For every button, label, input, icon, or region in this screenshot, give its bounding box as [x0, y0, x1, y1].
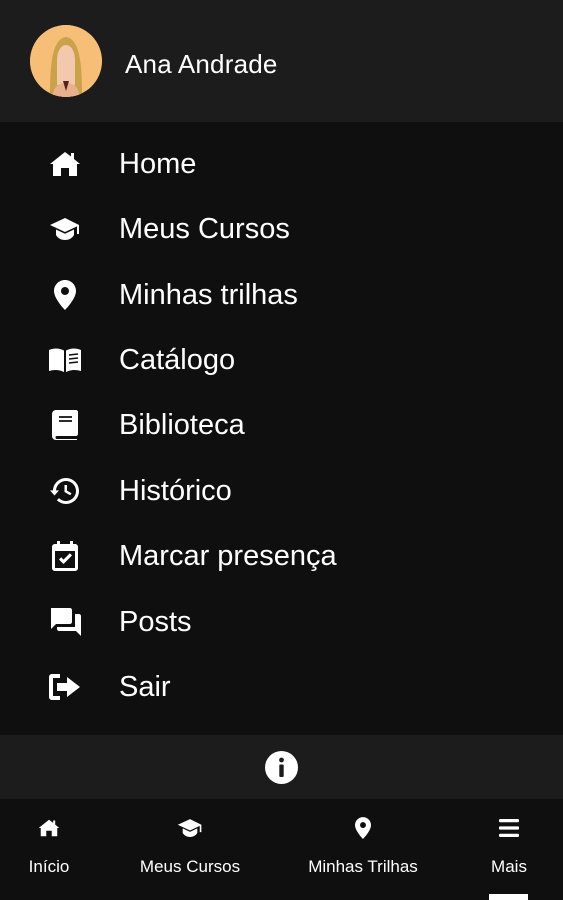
user-name: Ana Andrade	[125, 49, 278, 79]
menu-item-label: Meus Cursos	[119, 213, 290, 245]
menu-item-historico[interactable]: Histórico	[0, 461, 563, 521]
sign-out-icon	[47, 672, 83, 702]
profile-header: Ana Andrade	[0, 0, 563, 122]
user-avatar-icon	[30, 25, 102, 97]
nav-item-meus-cursos[interactable]: Meus Cursos	[128, 799, 252, 900]
menu-item-catalogo[interactable]: Catálogo	[0, 330, 563, 390]
map-pin-icon	[350, 815, 376, 841]
active-tab-indicator	[489, 894, 528, 900]
menu-item-biblioteca[interactable]: Biblioteca	[0, 395, 563, 455]
bottom-navigation: Início Meus Cursos Minhas Trilhas Mais	[0, 799, 563, 900]
side-menu: Home Meus Cursos Minhas trilhas Catálogo…	[0, 122, 563, 735]
graduation-cap-icon	[177, 815, 203, 841]
menu-icon	[496, 815, 522, 841]
menu-item-posts[interactable]: Posts	[0, 592, 563, 652]
menu-item-minhas-trilhas[interactable]: Minhas trilhas	[0, 265, 563, 325]
nav-item-label: Meus Cursos	[139, 857, 241, 876]
info-icon[interactable]	[265, 751, 298, 784]
menu-item-home[interactable]: Home	[0, 134, 563, 194]
map-pin-icon	[47, 280, 83, 310]
chat-icon	[47, 607, 83, 637]
nav-item-minhas-trilhas[interactable]: Minhas Trilhas	[298, 799, 428, 900]
menu-item-label: Biblioteca	[119, 409, 245, 441]
calendar-check-icon	[47, 541, 83, 571]
menu-item-sair[interactable]: Sair	[0, 657, 563, 717]
nav-item-inicio[interactable]: Início	[0, 799, 98, 900]
menu-item-label: Sair	[119, 671, 171, 703]
nav-item-label: Mais	[491, 857, 527, 876]
nav-item-label: Início	[28, 857, 70, 876]
home-icon	[47, 149, 83, 179]
menu-item-meus-cursos[interactable]: Meus Cursos	[0, 199, 563, 259]
graduation-cap-icon	[47, 214, 83, 244]
menu-item-marcar-presenca[interactable]: Marcar presença	[0, 526, 563, 586]
history-icon	[47, 476, 83, 506]
avatar[interactable]	[30, 25, 102, 97]
menu-item-label: Home	[119, 148, 197, 180]
menu-item-label: Minhas trilhas	[119, 279, 298, 311]
menu-item-label: Marcar presença	[119, 540, 337, 572]
menu-item-label: Histórico	[119, 475, 232, 507]
menu-item-label: Posts	[119, 606, 192, 638]
open-book-icon	[47, 345, 83, 375]
nav-item-label: Minhas Trilhas	[308, 857, 418, 876]
nav-item-mais[interactable]: Mais	[474, 799, 544, 900]
book-icon	[47, 410, 83, 440]
home-icon	[36, 815, 62, 841]
menu-item-label: Catálogo	[119, 344, 236, 376]
